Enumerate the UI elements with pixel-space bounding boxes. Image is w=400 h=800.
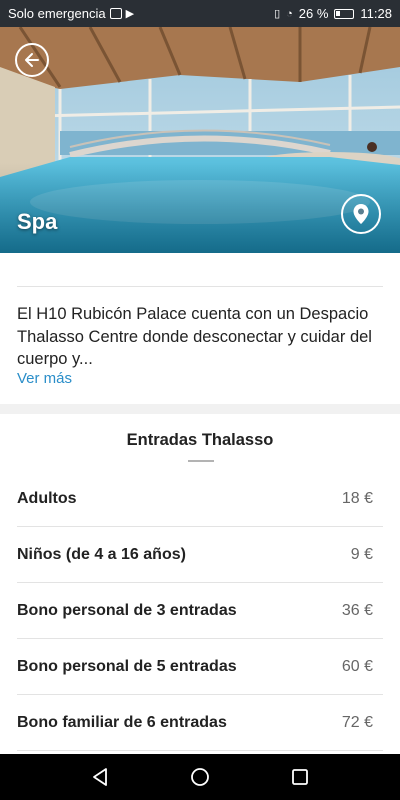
status-right: ▯ ◔ 26 % 11:28 (274, 6, 392, 21)
price-value: 9 € (350, 545, 373, 563)
system-nav-bar (0, 754, 400, 800)
location-button[interactable] (341, 194, 381, 234)
status-left: Solo emergencia ▶ (8, 6, 134, 21)
price-row: Bono familiar de 6 entradas 72 € (17, 695, 383, 751)
price-row: Adultos 18 € (17, 471, 383, 527)
wifi-icon: ◔ (286, 7, 293, 20)
price-row: Niños (de 4 a 16 años) 9 € (17, 527, 383, 583)
see-more-link[interactable]: Ver más (17, 370, 72, 387)
divider (17, 286, 383, 287)
map-pin-icon (353, 204, 369, 224)
price-value: 72 € (341, 713, 373, 731)
battery-percent: 26 % (298, 6, 329, 21)
vibrate-icon: ▯ (274, 8, 281, 20)
nav-home-button[interactable] (186, 763, 214, 791)
section-title-underline (188, 460, 214, 462)
back-button[interactable] (15, 43, 49, 77)
nav-recents-button[interactable] (286, 763, 314, 791)
hero-image: Spa (0, 27, 400, 253)
price-name: Niños (de 4 a 16 años) (17, 545, 186, 563)
triangle-back-icon (93, 768, 107, 786)
price-value: 60 € (341, 657, 373, 675)
price-value: 36 € (341, 601, 373, 619)
nav-back-button[interactable] (86, 763, 114, 791)
price-row: Bono personal de 5 entradas 60 € (17, 639, 383, 695)
price-name: Adultos (17, 489, 77, 507)
pool-illustration (0, 27, 400, 253)
price-name: Bono personal de 3 entradas (17, 601, 237, 619)
price-name: Bono familiar de 6 entradas (17, 713, 227, 731)
circle-home-icon (191, 768, 209, 786)
price-list: Adultos 18 € Niños (de 4 a 16 años) 9 € … (17, 471, 383, 751)
price-name: Bono personal de 5 entradas (17, 657, 237, 675)
section-separator (0, 404, 400, 414)
square-recents-icon (292, 769, 308, 785)
battery-icon (334, 8, 355, 19)
notification-icon: ▶ (125, 8, 135, 20)
price-row: Bono personal de 3 entradas 36 € (17, 583, 383, 639)
status-bar: Solo emergencia ▶ ▯ ◔ 26 % 11:28 (0, 0, 400, 27)
description-text: El H10 Rubicón Palace cuenta con un Desp… (17, 305, 372, 368)
carrier-text: Solo emergencia (8, 6, 106, 21)
price-value: 18 € (341, 489, 373, 507)
arrow-left-icon (25, 53, 39, 67)
section-title: Entradas Thalasso (126, 431, 274, 449)
clock: 11:28 (360, 6, 392, 21)
mail-icon (109, 8, 122, 19)
page-title: Spa (17, 209, 58, 234)
